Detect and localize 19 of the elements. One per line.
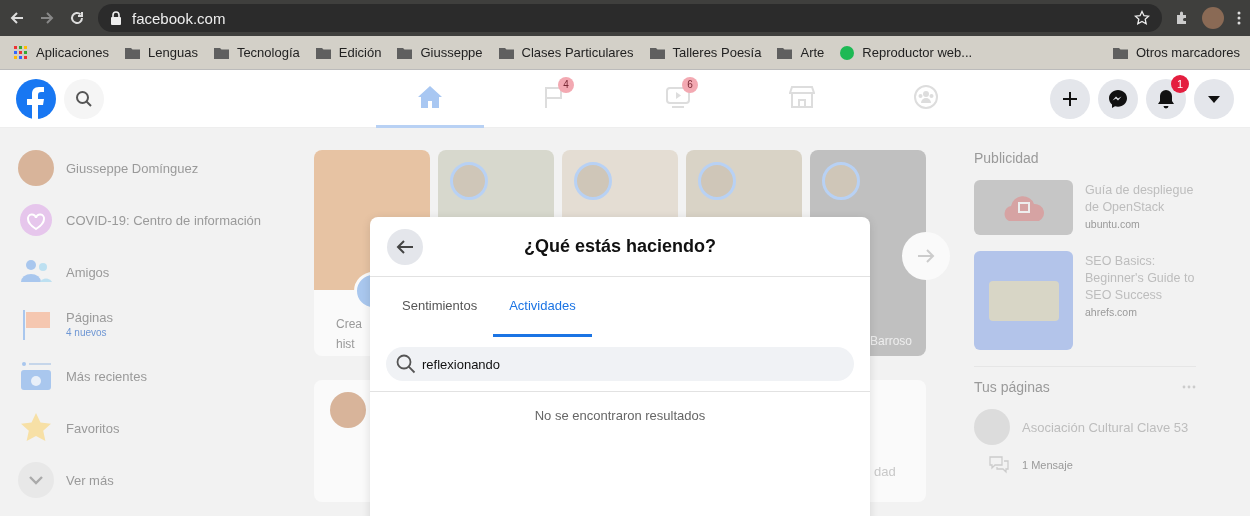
- item-label: Páginas: [66, 310, 113, 325]
- notification-badge: 1: [1171, 74, 1189, 93]
- count-badge: 4: [558, 76, 574, 93]
- empty-message: No se encontraron resultados: [370, 391, 870, 423]
- create-story-label: Crea: [336, 316, 362, 332]
- count-badge: 6: [682, 76, 698, 93]
- create-story-label: hist: [336, 336, 355, 352]
- item-label: Giusseppe Domínguez: [66, 160, 199, 176]
- item-label: Favoritos: [66, 420, 120, 436]
- item-label: COVID-19: Centro de información: [66, 212, 262, 228]
- item-label: Más recientes: [66, 368, 147, 384]
- section-heading: Tus páginas: [974, 379, 1050, 395]
- ad-domain: ahrefs.com: [1085, 305, 1138, 320]
- item-label: Ver más: [66, 472, 114, 488]
- ad-domain: ubuntu.com: [1085, 217, 1141, 232]
- new-count: 4 nuevos: [66, 327, 108, 338]
- item-label: Amigos: [66, 264, 110, 280]
- dialog-title: ¿Qué estás haciendo?: [523, 236, 717, 257]
- section-heading: Publicidad: [974, 150, 1040, 168]
